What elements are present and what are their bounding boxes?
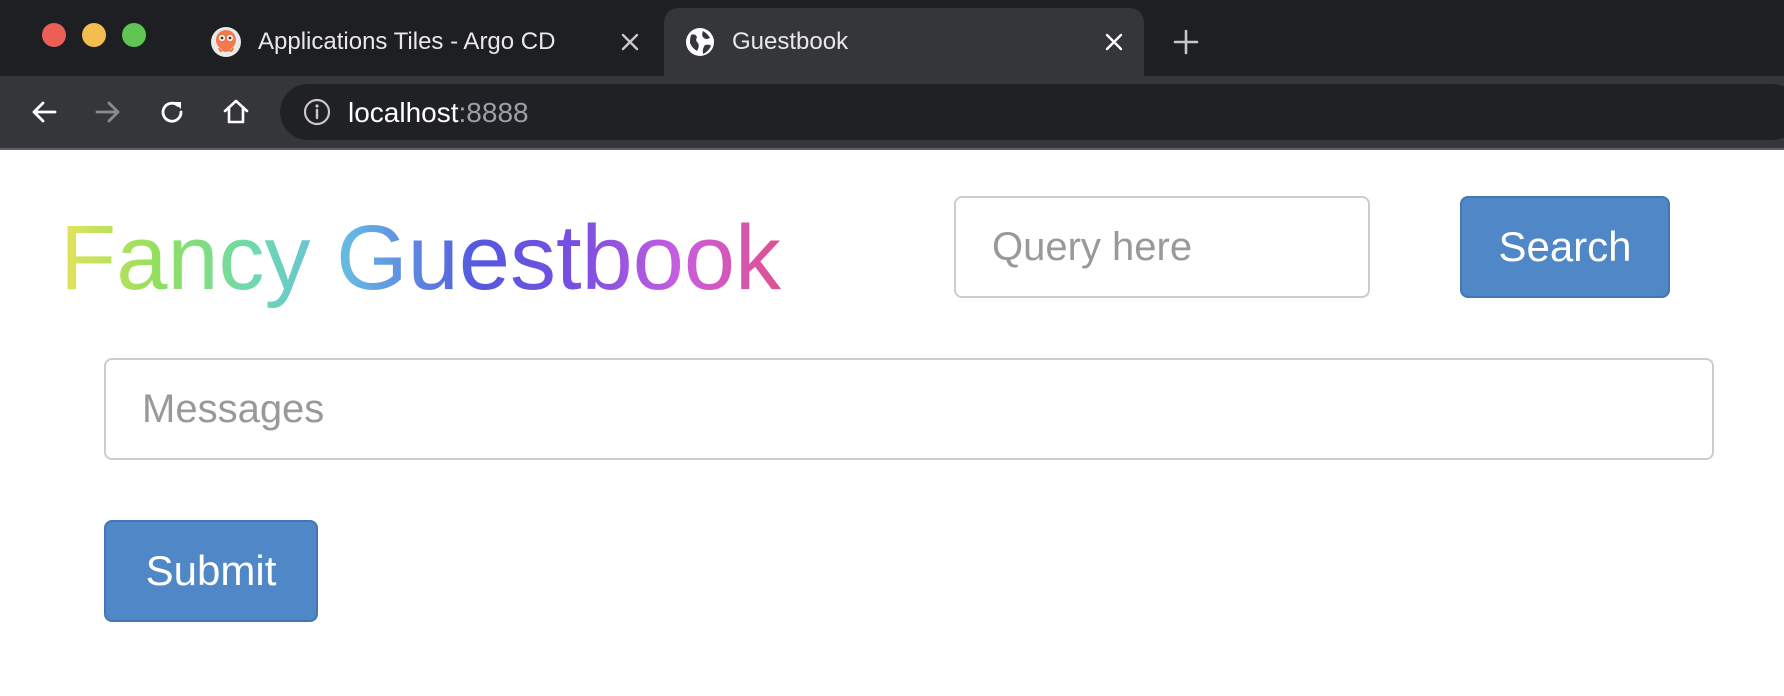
messages-input[interactable] (104, 358, 1714, 460)
tab-title: Guestbook (732, 28, 849, 55)
browser-toolbar: localhost:8888 (0, 76, 1784, 148)
maximize-window-button[interactable] (122, 23, 146, 47)
close-tab-icon[interactable] (1102, 30, 1126, 54)
url-port: :8888 (458, 97, 529, 128)
tab-title: Applications Tiles - Argo CD (258, 28, 556, 55)
home-icon[interactable] (220, 96, 252, 128)
minimize-window-button[interactable] (82, 23, 106, 47)
submit-button[interactable]: Submit (104, 520, 318, 622)
close-tab-icon[interactable] (618, 30, 642, 54)
query-input[interactable] (954, 196, 1370, 298)
forward-arrow-icon[interactable] (92, 96, 124, 128)
url-text: localhost:8888 (348, 97, 529, 129)
address-bar[interactable]: localhost:8888 (280, 84, 1784, 140)
info-icon[interactable] (302, 97, 332, 127)
tab-guestbook[interactable]: Guestbook (664, 8, 1144, 76)
argo-cd-octopus-icon (211, 27, 241, 57)
page-title: Fancy Guestbook (60, 207, 782, 309)
chrome-divider (0, 148, 1784, 150)
back-arrow-icon[interactable] (28, 96, 60, 128)
tab-applications-tiles[interactable]: Applications Tiles - Argo CD (190, 8, 660, 76)
url-host: localhost (348, 97, 459, 128)
close-window-button[interactable] (42, 23, 66, 47)
globe-icon (686, 28, 714, 56)
reload-icon[interactable] (156, 96, 188, 128)
browser-tab-strip: Applications Tiles - Argo CD Guestbook (0, 0, 1784, 76)
new-tab-icon[interactable] (1172, 28, 1200, 56)
search-button[interactable]: Search (1460, 196, 1670, 298)
